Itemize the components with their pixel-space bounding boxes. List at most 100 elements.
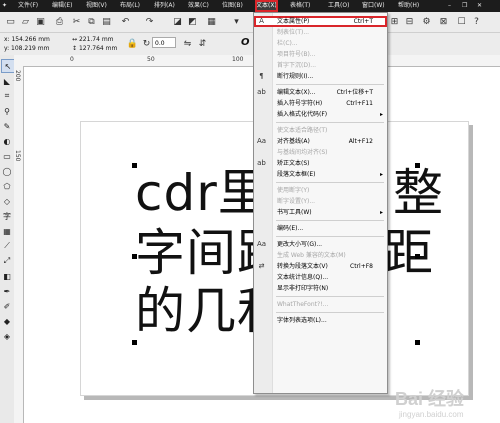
menu-item[interactable]: 段落文本框(E) ▸ xyxy=(254,169,387,180)
menu-item[interactable]: ab 编辑文本(X)... Ctrl+位移+T xyxy=(254,87,387,98)
copy-icon[interactable]: ⧉ xyxy=(85,15,98,28)
menu-item-label: WhatTheFont?!... xyxy=(277,301,329,308)
font-list-icon[interactable]: O xyxy=(241,37,250,48)
selection-handle[interactable] xyxy=(415,340,420,345)
angle-input[interactable]: 0.0 xyxy=(152,37,176,48)
close-icon[interactable]: ✕ xyxy=(477,0,482,12)
menu-item[interactable]: 文本统计信息(Q)... xyxy=(254,272,387,283)
interactive-fill-icon[interactable]: ◈ xyxy=(1,330,13,342)
paste-icon[interactable]: ▤ xyxy=(100,15,113,28)
app-icon[interactable]: ✦ xyxy=(2,0,7,12)
print-icon[interactable]: ⎙ xyxy=(53,15,66,28)
import-icon[interactable]: ◪ xyxy=(171,15,184,28)
edit-text-icon: ab xyxy=(257,88,266,96)
menu-arrange[interactable]: 排列(A) xyxy=(154,0,175,12)
menu-item-label: 编辑文本(X)... xyxy=(277,89,316,96)
snap-icon[interactable]: ⊞ xyxy=(388,15,401,28)
menu-item[interactable]: ab 矫正文本(S) xyxy=(254,158,387,169)
change-case-icon: Aa xyxy=(257,240,267,248)
connector-tool-icon[interactable]: ⤢ xyxy=(1,255,13,267)
pick-tool-icon[interactable]: ↖ xyxy=(1,59,15,73)
outline-pen-icon[interactable]: ✐ xyxy=(1,300,13,312)
text-tool-icon[interactable]: 字 xyxy=(1,210,13,222)
grid-icon[interactable]: ⊟ xyxy=(403,15,416,28)
menu-item[interactable]: 显示非打印字符(N) xyxy=(254,283,387,294)
menu-table[interactable]: 表格(T) xyxy=(290,0,310,12)
menu-tools[interactable]: 工具(O) xyxy=(328,0,349,12)
canvas-text-line-1[interactable]: cdr里整 xyxy=(135,168,443,218)
menu-item-label: 文本统计信息(Q)... xyxy=(277,274,329,281)
toolbox: ↖ ◣ ⌗ ⚲ ✎ ◐ ▭ ◯ ⬠ ◇ 字 ▦ ⟋ ⤢ ◧ ✒ ✐ ◆ ◈ xyxy=(0,55,15,423)
export-icon[interactable]: ◩ xyxy=(186,15,199,28)
basic-shapes-icon[interactable]: ◇ xyxy=(1,195,13,207)
eyedropper-icon[interactable]: ✒ xyxy=(1,285,13,297)
menu-item-label: 制表位(T)... xyxy=(277,29,310,36)
align-baseline-icon: Aa xyxy=(257,137,267,145)
help-icon[interactable]: ? xyxy=(470,15,483,28)
app-launcher-icon[interactable]: ▾ xyxy=(230,15,243,28)
menu-layout[interactable]: 布局(L) xyxy=(120,0,140,12)
options-icon[interactable]: ⚙ xyxy=(420,15,433,28)
menu-item[interactable]: 书写工具(W) ▸ xyxy=(254,207,387,218)
menu-item[interactable]: 插入格式化代码(F) ▸ xyxy=(254,109,387,120)
mirror-h-icon[interactable]: ⇋ xyxy=(181,37,194,50)
restore-icon[interactable]: ❐ xyxy=(462,0,467,12)
menu-item[interactable]: 编码(E)... xyxy=(254,223,387,234)
lock-ratio-icon[interactable]: 🔒 xyxy=(126,37,139,50)
selection-handle[interactable] xyxy=(132,254,137,259)
blend-tool-icon[interactable]: ◧ xyxy=(1,270,13,282)
crop-tool-icon[interactable]: ⌗ xyxy=(1,90,13,102)
menu-item[interactable]: A 文本属性(P) Ctrl+T xyxy=(254,16,387,27)
menu-text[interactable]: 文本(X) xyxy=(255,0,278,12)
guidelines-icon[interactable]: ⊠ xyxy=(437,15,450,28)
selection-handle[interactable] xyxy=(132,340,137,345)
polygon-tool-icon[interactable]: ⬠ xyxy=(1,180,13,192)
shape-tool-icon[interactable]: ◣ xyxy=(1,75,13,87)
menu-item[interactable]: 插入符号字符(H) Ctrl+F11 xyxy=(254,98,387,109)
freehand-tool-icon[interactable]: ✎ xyxy=(1,120,13,132)
x-position-field[interactable]: x: 154.266 mm xyxy=(4,36,50,43)
menu-separator xyxy=(276,296,384,297)
undo-icon[interactable]: ↶ xyxy=(119,15,132,28)
table-tool-icon[interactable]: ▦ xyxy=(1,225,13,237)
menu-edit[interactable]: 编辑(E) xyxy=(52,0,72,12)
y-position-field[interactable]: y: 108.219 mm xyxy=(4,45,49,52)
publish-icon[interactable]: ▦ xyxy=(205,15,218,28)
menu-item[interactable]: ⇄ 转换为段落文本(V) Ctrl+F8 xyxy=(254,261,387,272)
new-icon[interactable]: ▭ xyxy=(4,15,17,28)
ellipse-tool-icon[interactable]: ◯ xyxy=(1,165,13,177)
mirror-v-icon[interactable]: ⇵ xyxy=(196,37,209,50)
dimension-tool-icon[interactable]: ⟋ xyxy=(1,240,13,252)
menu-item[interactable]: Aa 对齐基线(A) Alt+F12 xyxy=(254,136,387,147)
menu-view[interactable]: 视图(V) xyxy=(86,0,107,12)
menu-help[interactable]: 帮助(H) xyxy=(398,0,419,12)
menu-file[interactable]: 文件(F) xyxy=(18,0,38,12)
rectangle-tool-icon[interactable]: ▭ xyxy=(1,150,13,162)
selection-handle[interactable] xyxy=(415,163,420,168)
redo-icon[interactable]: ↷ xyxy=(143,15,156,28)
width-field[interactable]: ↔ 221.74 mm xyxy=(72,36,114,43)
welcome-icon[interactable]: ☐ xyxy=(455,15,468,28)
selection-handle[interactable] xyxy=(132,163,137,168)
menu-bitmaps[interactable]: 位图(B) xyxy=(222,0,243,12)
smart-fill-icon[interactable]: ◐ xyxy=(1,135,13,147)
fill-tool-icon[interactable]: ◆ xyxy=(1,315,13,327)
property-bar: x: 154.266 mm y: 108.219 mm ↔ 221.74 mm … xyxy=(0,33,500,56)
open-icon[interactable]: ▱ xyxy=(19,15,32,28)
zoom-tool-icon[interactable]: ⚲ xyxy=(1,105,13,117)
menu-item-shortcut: Ctrl+F8 xyxy=(350,263,373,270)
menu-effects[interactable]: 效果(C) xyxy=(188,0,209,12)
menu-item[interactable]: ¶ 断行规则(I)... xyxy=(254,71,387,82)
watermark-sub: jingyan.baidu.com xyxy=(398,410,464,419)
menu-window[interactable]: 窗口(W) xyxy=(362,0,385,12)
menu-item: 首字下沉(D)... xyxy=(254,60,387,71)
minimize-icon[interactable]: – xyxy=(448,0,451,12)
cut-icon[interactable]: ✂ xyxy=(70,15,83,28)
menu-item[interactable]: Aa 更改大小写(G)... xyxy=(254,239,387,250)
selection-handle[interactable] xyxy=(415,254,420,259)
menu-item[interactable]: 字体列表选项(L)... xyxy=(254,315,387,326)
submenu-arrow-icon: ▸ xyxy=(379,111,383,118)
height-field[interactable]: ↕ 127.764 mm xyxy=(72,45,117,52)
vertical-ruler[interactable]: 200 150 xyxy=(14,66,24,423)
save-icon[interactable]: ▣ xyxy=(34,15,47,28)
